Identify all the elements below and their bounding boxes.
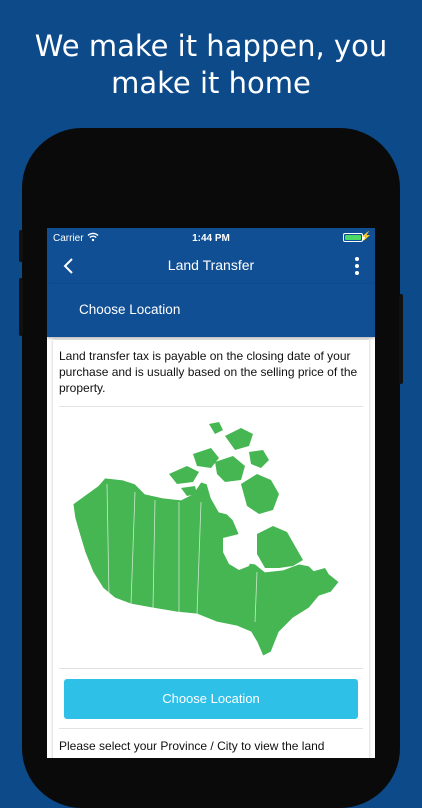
content-card: Land transfer tax is payable on the clos… [53, 340, 369, 758]
choose-location-button[interactable]: Choose Location [64, 679, 358, 719]
intro-text: Land transfer tax is payable on the clos… [59, 349, 358, 395]
vertical-ellipsis-icon[interactable] [349, 255, 365, 277]
section-header: Choose Location [47, 284, 375, 337]
battery-level [345, 235, 361, 240]
divider-middle [59, 668, 363, 669]
power-button [399, 294, 403, 384]
instruction-text: Please select your Province / City to vi… [59, 739, 325, 753]
status-time: 1:44 PM [192, 233, 230, 244]
promo-headline-line-2: make it home [111, 66, 311, 100]
divider-bottom [59, 728, 363, 729]
section-title: Choose Location [79, 302, 181, 317]
charging-icon: ⚡ [360, 231, 372, 241]
navigation-bar: Land Transfer [47, 248, 375, 284]
app-screen: Carrier 1:44 PM ⚡ Land Transfer Choose L… [47, 228, 375, 758]
mute-switch [19, 230, 23, 262]
page-title: Land Transfer [167, 257, 255, 273]
promo-headline-line-1: We make it happen, you [34, 29, 388, 63]
status-bar: Carrier 1:44 PM ⚡ [47, 228, 375, 248]
promo-headline: We make it happen, you make it home [0, 28, 422, 102]
volume-button [19, 278, 23, 336]
divider-top [59, 406, 363, 407]
canada-map[interactable] [73, 422, 349, 658]
